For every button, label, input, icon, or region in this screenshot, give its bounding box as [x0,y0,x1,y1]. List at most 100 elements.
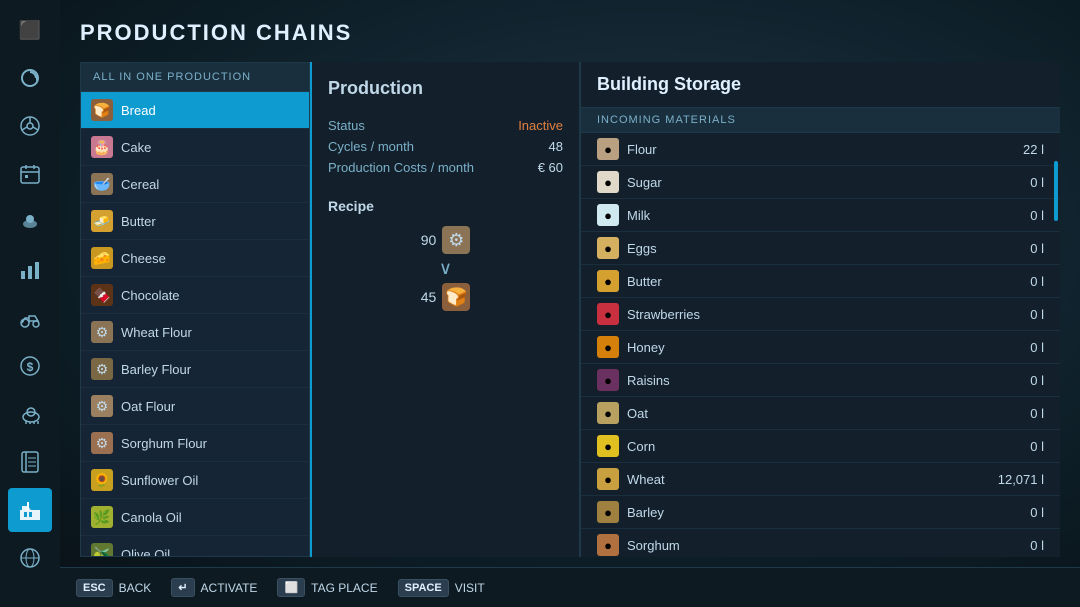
sidebar-item-factory[interactable] [8,488,52,532]
list-item-cake[interactable]: 🎂 Cake [81,129,309,166]
storage-icon: ● [597,468,619,490]
storage-item-amount: 12,071 l [994,472,1044,487]
storage-item-amount: 0 l [994,307,1044,322]
list-item-cereal[interactable]: 🥣 Cereal [81,166,309,203]
storage-item: ● Sugar 0 l [581,166,1060,199]
list-item-icon: 🎂 [91,136,113,158]
sidebar-item-animal[interactable] [8,392,52,436]
left-panel: ALL IN ONE PRODUCTION 🍞 Bread 🎂 Cake 🥣 C… [80,62,310,557]
list-item-label: Canola Oil [121,510,182,525]
list-item-label: Butter [121,214,156,229]
list-item-wheat-flour[interactable]: ⚙ Wheat Flour [81,314,309,351]
scroll-indicator [1054,161,1058,221]
list-item-sunflower-oil[interactable]: 🌻 Sunflower Oil [81,462,309,499]
list-item-icon: ⚙ [91,321,113,343]
sidebar-item-book[interactable] [8,440,52,484]
stats-row: Production Costs / month € 60 [328,157,563,178]
list-item-label: Sunflower Oil [121,473,198,488]
storage-item-name: Raisins [627,373,986,388]
sidebar-item-money[interactable]: $ [8,344,52,388]
sidebar-item-cycle[interactable] [8,56,52,100]
list-item-barley-flour[interactable]: ⚙ Barley Flour [81,351,309,388]
storage-item: ● Sorghum 0 l [581,529,1060,557]
stat-label: Cycles / month [328,136,508,157]
sidebar-item-grid[interactable]: ⬛ [8,8,52,52]
stats-row: Cycles / month 48 [328,136,563,157]
key-badge: ESC [76,579,113,597]
list-item-icon: 🥣 [91,173,113,195]
right-sub-header: INCOMING MATERIALS [581,108,1060,133]
list-item-icon: ⚙ [91,358,113,380]
key-label: BACK [119,581,152,595]
storage-icon: ● [597,138,619,160]
list-item-icon: 🍫 [91,284,113,306]
stats-table: Status Inactive Cycles / month 48 Produc… [328,115,563,178]
stat-value: € 60 [508,157,563,178]
list-item-butter[interactable]: 🧈 Butter [81,203,309,240]
recipe-area: 90 ⚙ ∨ 45 🍞 [328,226,563,311]
sidebar-item-tractor[interactable] [8,296,52,340]
list-item-chocolate[interactable]: 🍫 Chocolate [81,277,309,314]
storage-item-name: Barley [627,505,986,520]
list-item-olive-oil[interactable]: 🫒 Olive Oil [81,536,309,556]
storage-item: ● Corn 0 l [581,430,1060,463]
list-item-icon: 🧈 [91,210,113,232]
storage-icon: ● [597,336,619,358]
list-item-label: Cheese [121,251,166,266]
storage-item: ● Barley 0 l [581,496,1060,529]
sidebar-item-steering[interactable] [8,104,52,148]
storage-item-name: Sorghum [627,538,986,553]
key-badge: ⬜ [277,578,305,597]
storage-item: ● Butter 0 l [581,265,1060,298]
storage-item-amount: 0 l [994,175,1044,190]
list-item-icon: 🌻 [91,469,113,491]
recipe-output: 45 🍞 [421,283,471,311]
storage-item-name: Wheat [627,472,986,487]
list-item-icon: ⚙ [91,395,113,417]
storage-item-amount: 0 l [994,439,1044,454]
list-item-icon: 🫒 [91,543,113,556]
storage-icon: ● [597,237,619,259]
storage-item-name: Eggs [627,241,986,256]
storage-item-name: Sugar [627,175,986,190]
sidebar-item-globe[interactable] [8,536,52,580]
list-item-oat-flour[interactable]: ⚙ Oat Flour [81,388,309,425]
storage-item: ● Wheat 12,071 l [581,463,1060,496]
list-item-bread[interactable]: 🍞 Bread [81,92,309,129]
storage-icon: ● [597,435,619,457]
list-item-label: Cereal [121,177,159,192]
storage-icon: ● [597,402,619,424]
storage-item: ● Raisins 0 l [581,364,1060,397]
storage-item-name: Milk [627,208,986,223]
storage-icon: ● [597,171,619,193]
storage-item-amount: 0 l [994,538,1044,553]
storage-list[interactable]: ● Flour 22 l ● Sugar 0 l ● Milk 0 l ● Eg… [581,133,1060,557]
storage-item-amount: 0 l [994,505,1044,520]
list-item-sorghum-flour[interactable]: ⚙ Sorghum Flour [81,425,309,462]
storage-item-name: Flour [627,142,986,157]
list-item-cheese[interactable]: 🧀 Cheese [81,240,309,277]
storage-item-name: Oat [627,406,986,421]
recipe-arrow: ∨ [439,258,452,279]
key-btn-visit[interactable]: SPACE VISIT [398,579,485,597]
storage-item-amount: 0 l [994,208,1044,223]
left-panel-header: ALL IN ONE PRODUCTION [81,63,309,92]
list-item-label: Sorghum Flour [121,436,207,451]
list-item-label: Oat Flour [121,399,175,414]
production-list[interactable]: 🍞 Bread 🎂 Cake 🥣 Cereal 🧈 Butter 🧀 Chees… [81,92,309,556]
list-item-canola-oil[interactable]: 🌿 Canola Oil [81,499,309,536]
key-label: ACTIVATE [201,581,258,595]
recipe-output-amount: 45 [421,289,437,305]
sidebar-item-stats[interactable] [8,248,52,292]
key-btn-tag place[interactable]: ⬜ TAG PLACE [277,578,377,597]
storage-item-amount: 22 l [994,142,1044,157]
stats-row: Status Inactive [328,115,563,136]
sidebar-item-weather[interactable] [8,200,52,244]
key-btn-activate[interactable]: ↵ ACTIVATE [171,578,257,597]
key-btn-back[interactable]: ESC BACK [76,579,151,597]
sidebar-item-calendar[interactable] [8,152,52,196]
production-title: Production [328,78,563,99]
right-panel-header: Building Storage [581,62,1060,108]
list-item-label: Chocolate [121,288,180,303]
storage-icon: ● [597,303,619,325]
